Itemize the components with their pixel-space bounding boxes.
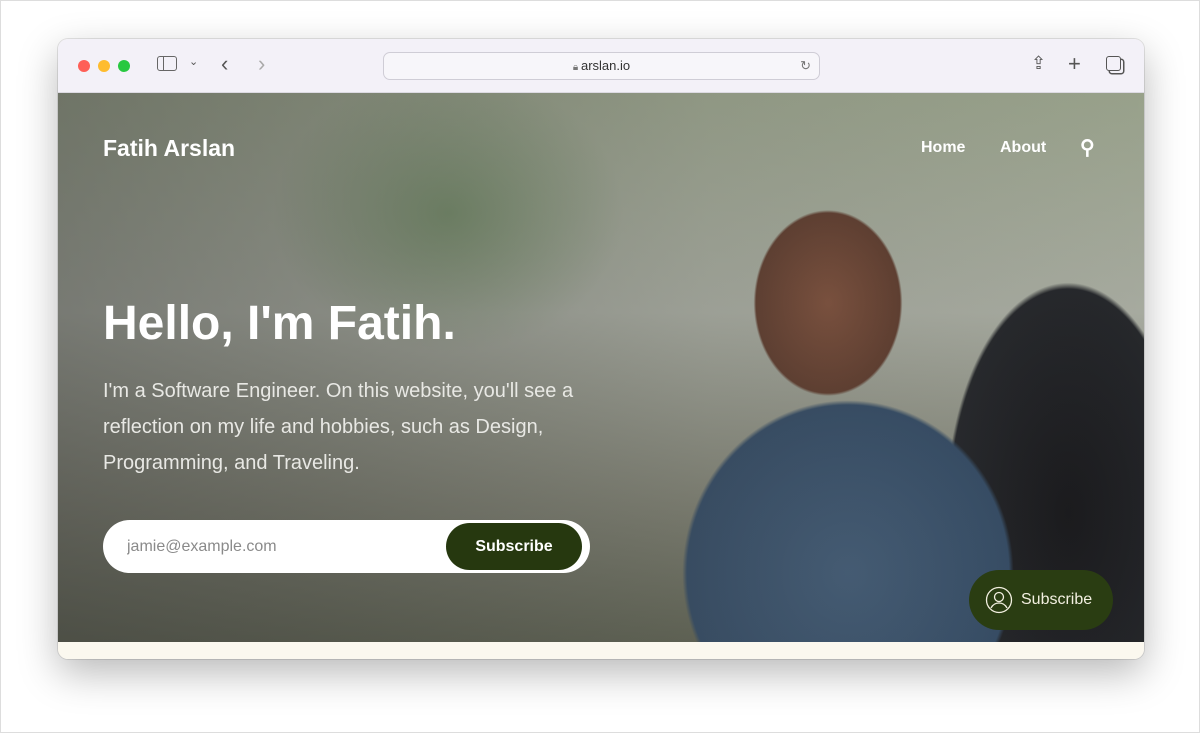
nav-about[interactable]: About: [1000, 139, 1046, 157]
close-button[interactable]: [78, 60, 90, 72]
sidebar-icon[interactable]: [157, 56, 177, 71]
back-icon[interactable]: ‹: [221, 53, 228, 75]
minimize-button[interactable]: [98, 60, 110, 72]
nav-home[interactable]: Home: [921, 139, 965, 157]
browser-window: ⌄ ‹ › 🔒︎ arslan.io ↻ ⇪ + Fatih Arslan Hom…: [58, 39, 1144, 659]
hero-subtitle: I'm a Software Engineer. On this website…: [103, 380, 574, 474]
chevron-down-icon[interactable]: ⌄: [189, 57, 198, 68]
browser-toolbar: ⌄ ‹ › 🔒︎ arslan.io ↻ ⇪ +: [58, 39, 1144, 93]
share-icon[interactable]: ⇪: [1031, 54, 1046, 72]
url-text: arslan.io: [580, 58, 631, 73]
user-icon: [985, 586, 1013, 614]
new-tab-icon[interactable]: +: [1068, 53, 1081, 75]
lock-icon: 🔒︎: [572, 62, 581, 73]
search-icon[interactable]: ⚲: [1080, 135, 1095, 160]
hero-title: Hello, I'm Fatih.: [103, 297, 456, 350]
floating-subscribe-label: Subscribe: [1021, 591, 1093, 608]
site-brand[interactable]: Fatih Arslan: [103, 135, 235, 162]
zoom-button[interactable]: [118, 60, 130, 72]
forward-icon[interactable]: ›: [258, 53, 265, 75]
hero-section: Fatih Arslan Home About ⚲ Hello, I'm Fat…: [58, 93, 1144, 642]
subscribe-form: Subscribe: [103, 520, 590, 573]
subscribe-button[interactable]: Subscribe: [446, 523, 582, 570]
reload-icon[interactable]: ↻: [800, 53, 811, 79]
email-input[interactable]: [127, 520, 427, 573]
page-footer-strip: [58, 642, 1144, 659]
floating-subscribe-button[interactable]: Subscribe: [969, 570, 1113, 630]
address-bar[interactable]: 🔒︎ arslan.io ↻: [383, 52, 820, 80]
tabs-icon[interactable]: [1106, 56, 1121, 71]
